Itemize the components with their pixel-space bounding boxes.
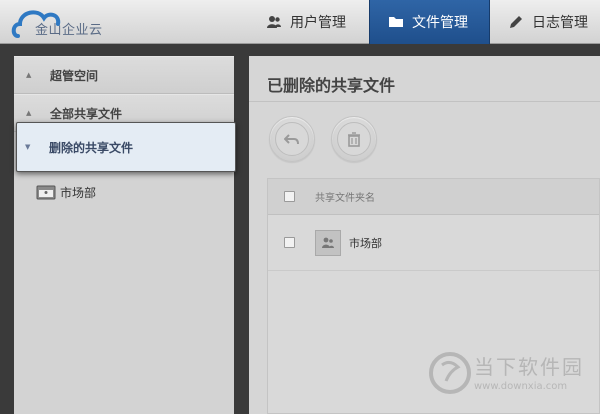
column-header-folder-name: 共享文件夹名 bbox=[315, 193, 375, 204]
page-title: 已删除的共享文件 bbox=[267, 76, 396, 95]
watermark-text: 当下软件园 bbox=[474, 355, 584, 379]
main-nav: 用户管理 文件管理 日志管理 bbox=[248, 0, 600, 44]
collapsed-triangle-icon: ▲ bbox=[26, 71, 32, 79]
watermark-logo-icon bbox=[429, 352, 471, 394]
shared-folder-icon bbox=[36, 185, 56, 200]
sidebar-item-label: 超管空间 bbox=[50, 68, 99, 83]
delete-button[interactable] bbox=[331, 116, 377, 162]
restore-button-inner bbox=[275, 122, 309, 156]
users-icon bbox=[267, 16, 281, 28]
logo-text: 金山企业云 bbox=[35, 23, 103, 38]
table-header: 共享文件夹名 bbox=[268, 179, 599, 215]
watermark: 当下软件园 www.downxia.com bbox=[428, 347, 588, 403]
nav-user-management[interactable]: 用户管理 bbox=[248, 0, 369, 44]
shared-folder-icon bbox=[315, 229, 341, 256]
trash-icon bbox=[348, 132, 360, 147]
sidebar-item-label: 删除的共享文件 bbox=[49, 140, 134, 155]
top-bar: 金山企业云 用户管理 文件管理 日志管理 bbox=[0, 0, 600, 44]
nav-file-management[interactable]: 文件管理 bbox=[369, 0, 490, 44]
nav-file-management-label: 文件管理 bbox=[412, 15, 468, 31]
restore-button[interactable] bbox=[269, 116, 315, 162]
restore-icon bbox=[284, 134, 299, 145]
sidebar-item-label: 全部共享文件 bbox=[50, 106, 123, 121]
nav-log-management[interactable]: 日志管理 bbox=[490, 0, 600, 44]
sidebar-item-admin-space[interactable]: ▲ 超管空间 bbox=[14, 56, 234, 94]
expanded-triangle-icon: ▼ bbox=[25, 143, 31, 151]
pencil-icon bbox=[510, 16, 522, 28]
tree-node-label: 市场部 bbox=[60, 185, 97, 200]
delete-button-inner bbox=[337, 122, 371, 156]
title-divider bbox=[249, 101, 600, 102]
tree-node-market-dept[interactable]: 市场部 bbox=[36, 182, 96, 202]
folder-icon bbox=[389, 17, 403, 27]
nav-user-management-label: 用户管理 bbox=[290, 15, 346, 31]
table-row[interactable]: 市场部 bbox=[268, 215, 599, 271]
select-all-checkbox[interactable] bbox=[284, 191, 295, 202]
row-checkbox[interactable] bbox=[284, 237, 295, 248]
collapsed-triangle-icon: ▲ bbox=[26, 109, 32, 117]
sidebar: ▲ 超管空间 ▲ 全部共享文件 市场部 bbox=[14, 56, 234, 414]
sidebar-item-deleted-shared-files[interactable]: ▼ 删除的共享文件 bbox=[16, 122, 236, 172]
logo[interactable]: 金山企业云 bbox=[10, 2, 120, 42]
row-folder-name: 市场部 bbox=[349, 236, 382, 250]
nav-log-management-label: 日志管理 bbox=[532, 15, 588, 31]
watermark-url: www.downxia.com bbox=[474, 381, 568, 392]
